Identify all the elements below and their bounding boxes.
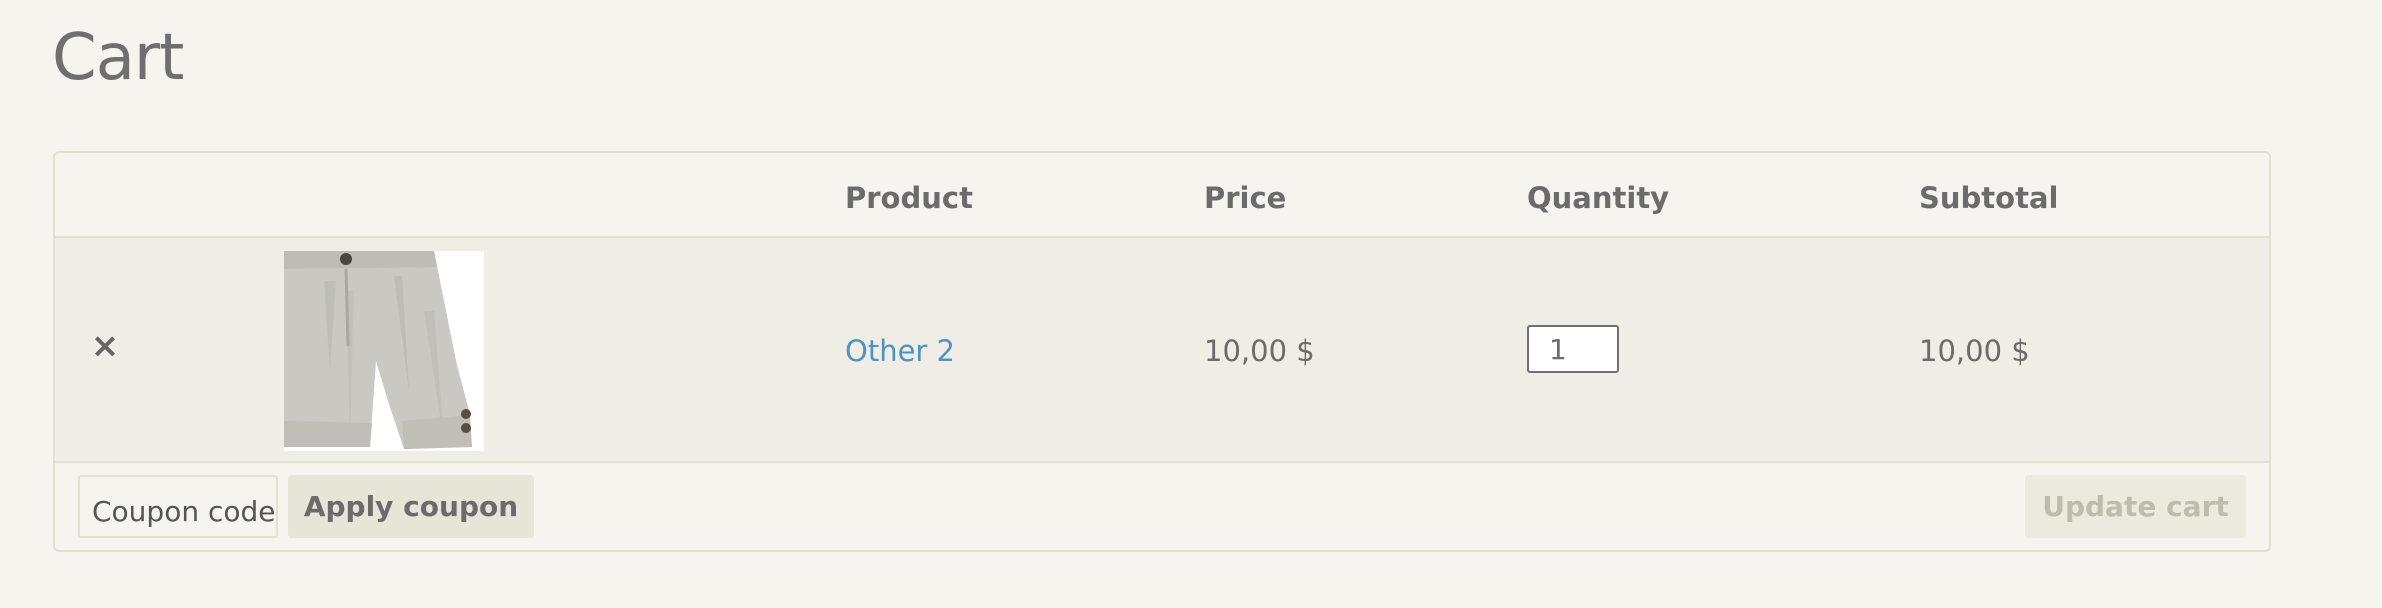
close-icon[interactable]: × bbox=[88, 329, 122, 363]
cart-table: Product Price Quantity Subtotal × Other … bbox=[53, 151, 2271, 552]
apply-coupon-button[interactable]: Apply coupon bbox=[288, 475, 534, 538]
table-row: × Other 2 10,00 $ 1 10,00 $ bbox=[55, 238, 2269, 463]
header-quantity: Quantity bbox=[1527, 181, 1670, 215]
price-cell: 10,00 $ bbox=[1204, 334, 1315, 368]
header-product: Product bbox=[845, 181, 973, 215]
header-price: Price bbox=[1204, 181, 1287, 215]
table-header: Product Price Quantity Subtotal bbox=[55, 153, 2269, 238]
header-subtotal: Subtotal bbox=[1919, 181, 2059, 215]
product-name-cell: Other 2 bbox=[845, 333, 955, 369]
product-thumbnail[interactable] bbox=[284, 251, 484, 451]
product-link[interactable]: Other 2 bbox=[845, 334, 955, 368]
quantity-input[interactable] bbox=[1527, 325, 1619, 373]
page-title: Cart bbox=[52, 21, 184, 95]
shorts-image bbox=[284, 251, 484, 451]
cart-actions: Apply coupon Update cart bbox=[55, 463, 2269, 550]
update-cart-button[interactable]: Update cart bbox=[2025, 475, 2246, 538]
coupon-code-input[interactable] bbox=[78, 475, 278, 538]
subtotal-cell: 10,00 $ bbox=[1919, 334, 2030, 368]
